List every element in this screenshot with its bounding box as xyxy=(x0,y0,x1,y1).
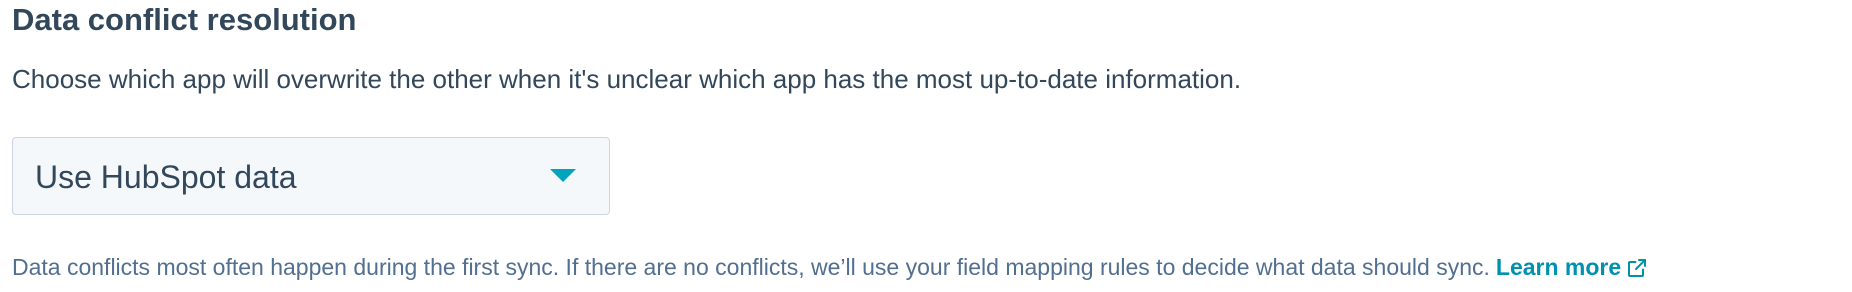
external-link-icon xyxy=(1628,259,1647,277)
help-text-body: Data conflicts most often happen during … xyxy=(12,254,1490,280)
help-text: Data conflicts most often happen during … xyxy=(12,254,1647,281)
learn-more-link[interactable]: Learn more xyxy=(1496,254,1647,280)
dropdown-selected-value: Use HubSpot data xyxy=(35,159,297,195)
section-title: Data conflict resolution xyxy=(12,2,357,37)
chevron-down-icon xyxy=(550,169,576,182)
conflict-resolution-dropdown[interactable]: Use HubSpot data xyxy=(12,137,610,215)
learn-more-label: Learn more xyxy=(1495,254,1622,280)
section-description: Choose which app will overwrite the othe… xyxy=(12,64,1242,94)
